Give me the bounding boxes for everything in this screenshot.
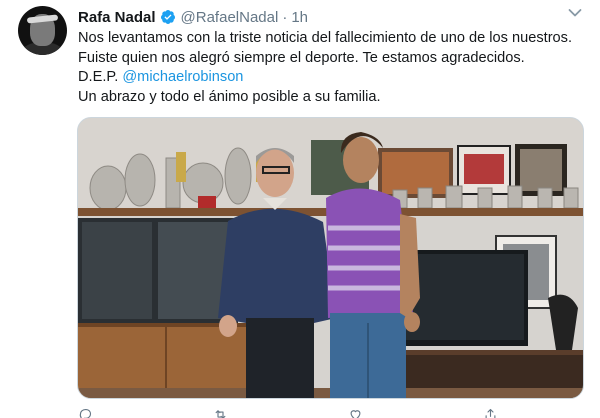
photo-illustration (78, 118, 583, 398)
tweet-text-line-4: Un abrazo y todo el ánimo posible a su f… (78, 88, 381, 105)
author-avatar[interactable] (18, 6, 67, 55)
tweet-text-line-1: Nos levantamos con la triste noticia del… (78, 30, 573, 46)
dep-text: D.E.P. (78, 69, 123, 85)
reply-button[interactable] (78, 407, 93, 418)
mention-link[interactable]: @michaelrobinson (122, 69, 243, 85)
retweet-button[interactable] (213, 407, 228, 418)
share-icon (485, 408, 496, 418)
tweet-text-line-3: D.E.P. @michaelrobinson (78, 68, 588, 88)
like-icon (350, 410, 361, 418)
reply-icon (79, 408, 92, 418)
separator-dot: · (282, 8, 288, 26)
tweet-actions (78, 407, 578, 418)
author-handle[interactable]: @RafaelNadal (181, 9, 279, 26)
retweet-icon (215, 410, 226, 418)
tweet-card[interactable]: Rafa Nadal @RafaelNadal · 1h Nos levanta… (0, 0, 600, 418)
author-name[interactable]: Rafa Nadal (78, 9, 156, 26)
like-button[interactable] (348, 407, 363, 418)
tweet-photo[interactable] (77, 117, 584, 399)
chevron-down-icon[interactable] (568, 8, 582, 18)
share-button[interactable] (483, 407, 498, 418)
verified-badge-icon (160, 10, 175, 24)
tweet-timestamp[interactable]: 1h (291, 9, 308, 26)
tweet-text-line-2: Fuiste quien nos alegró siempre el depor… (78, 49, 525, 66)
tweet-header: Rafa Nadal @RafaelNadal · 1h (78, 7, 308, 27)
tweet-text: Nos levantamos con la triste noticia del… (78, 29, 588, 107)
